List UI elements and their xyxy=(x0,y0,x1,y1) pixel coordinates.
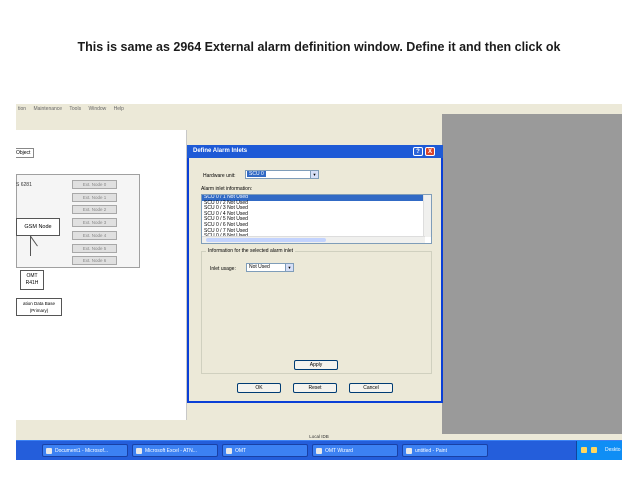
desktop-screenshot: tion Maintenance Tools Window Help Objec… xyxy=(16,104,622,460)
object-tab[interactable]: Object xyxy=(16,148,34,158)
ext-node-0[interactable]: Ext. Node 0 xyxy=(72,180,117,189)
paint-icon xyxy=(406,448,412,454)
hardware-unit-select[interactable]: SCU 0 ▼ xyxy=(245,170,319,179)
ext-node-5[interactable]: Ext. Node 5 xyxy=(72,244,117,253)
word-icon xyxy=(46,448,52,454)
hardware-unit-value: SCU 0 xyxy=(247,171,266,177)
task-label: OMT xyxy=(235,448,247,454)
task-label: OMT Wizard xyxy=(325,448,353,454)
omt-sublabel: R41H xyxy=(25,280,39,286)
taskbar: Document1 - Microsof... Microsoft Excel … xyxy=(16,440,622,460)
menu-item-maintenance[interactable]: Maintenance xyxy=(33,106,62,112)
omt-icon xyxy=(316,448,322,454)
inlet-usage-label: Inlet usage: xyxy=(210,266,236,272)
menu-bar: tion Maintenance Tools Window Help xyxy=(16,104,622,114)
task-excel[interactable]: Microsoft Excel - ATN... xyxy=(132,444,218,457)
task-label: Document1 - Microsof... xyxy=(55,448,109,454)
alarm-inlet-info-label: Alarm inlet information: xyxy=(201,186,253,192)
task-label: Microsoft Excel - ATN... xyxy=(145,448,197,454)
ok-button[interactable]: OK xyxy=(237,383,281,393)
define-alarm-inlets-dialog: Define Alarm Inlets ? X Hardware unit: S… xyxy=(187,145,443,403)
scroll-thumb[interactable] xyxy=(206,238,326,242)
alarm-inlet-list[interactable]: SCU 0 / 1 Not Used SCU 0 / 2 Not Used SC… xyxy=(201,194,432,244)
selected-inlet-group: Information for the selected alarm inlet… xyxy=(201,248,432,374)
help-icon[interactable] xyxy=(581,447,587,453)
vertical-scrollbar[interactable] xyxy=(423,195,431,237)
tray-label[interactable]: Deskto xyxy=(605,447,621,453)
selected-inlet-group-title: Information for the selected alarm inlet xyxy=(206,248,296,254)
omt-node[interactable]: OMT R41H xyxy=(20,270,44,290)
menu-item-tools[interactable]: Tools xyxy=(69,106,81,112)
chevron-down-icon[interactable]: ▼ xyxy=(310,171,318,178)
dialog-title: Define Alarm Inlets xyxy=(193,148,248,154)
cancel-button[interactable]: Cancel xyxy=(349,383,393,393)
close-button[interactable]: X xyxy=(425,147,435,156)
inlet-usage-value: Not Used xyxy=(249,264,270,270)
system-tray: Deskto xyxy=(576,441,622,460)
menu-item-help[interactable]: Help xyxy=(114,106,124,112)
ext-node-4[interactable]: Ext. Node 4 xyxy=(72,231,117,240)
horizontal-scrollbar[interactable] xyxy=(202,236,425,243)
mdi-background xyxy=(442,114,622,434)
ext-node-1[interactable]: Ext. Node 1 xyxy=(72,193,117,202)
omt-icon xyxy=(226,448,232,454)
ext-node-3[interactable]: Ext. Node 3 xyxy=(72,218,117,227)
database-sublabel: (Primary) xyxy=(29,308,49,313)
menu-item-options[interactable]: tion xyxy=(18,106,26,112)
excel-icon xyxy=(136,448,142,454)
reset-button[interactable]: Reset xyxy=(293,383,337,393)
hardware-unit-label: Hardware unit: xyxy=(203,173,236,179)
omt-label: OMT xyxy=(26,273,38,279)
inlet-usage-select[interactable]: Not Used ▼ xyxy=(246,263,294,272)
ext-node-2[interactable]: Ext. Node 2 xyxy=(72,205,117,214)
task-paint[interactable]: untitled - Paint xyxy=(402,444,488,457)
apply-button[interactable]: Apply xyxy=(294,360,338,370)
dialog-titlebar[interactable]: Define Alarm Inlets ? X xyxy=(187,145,443,158)
task-label: untitled - Paint xyxy=(415,448,447,454)
menu-item-window[interactable]: Window xyxy=(88,106,106,112)
database-label: ation Data Base xyxy=(22,301,56,306)
slide-caption: This is same as 2964 External alarm defi… xyxy=(77,40,561,54)
connector-line xyxy=(30,236,31,256)
task-omt[interactable]: OMT xyxy=(222,444,308,457)
task-document1[interactable]: Document1 - Microsof... xyxy=(42,444,128,457)
help-button[interactable]: ? xyxy=(413,147,423,156)
chevron-down-icon[interactable]: ▼ xyxy=(285,264,293,271)
network-icon[interactable] xyxy=(591,447,597,453)
ext-node-6[interactable]: Ext. Node 6 xyxy=(72,256,117,265)
database-node[interactable]: ation Data Base (Primary) xyxy=(16,298,62,316)
task-omt-wizard[interactable]: OMT Wizard xyxy=(312,444,398,457)
node-title: S 6281 xyxy=(16,182,32,188)
gsm-node[interactable]: GSM Node xyxy=(16,218,60,236)
